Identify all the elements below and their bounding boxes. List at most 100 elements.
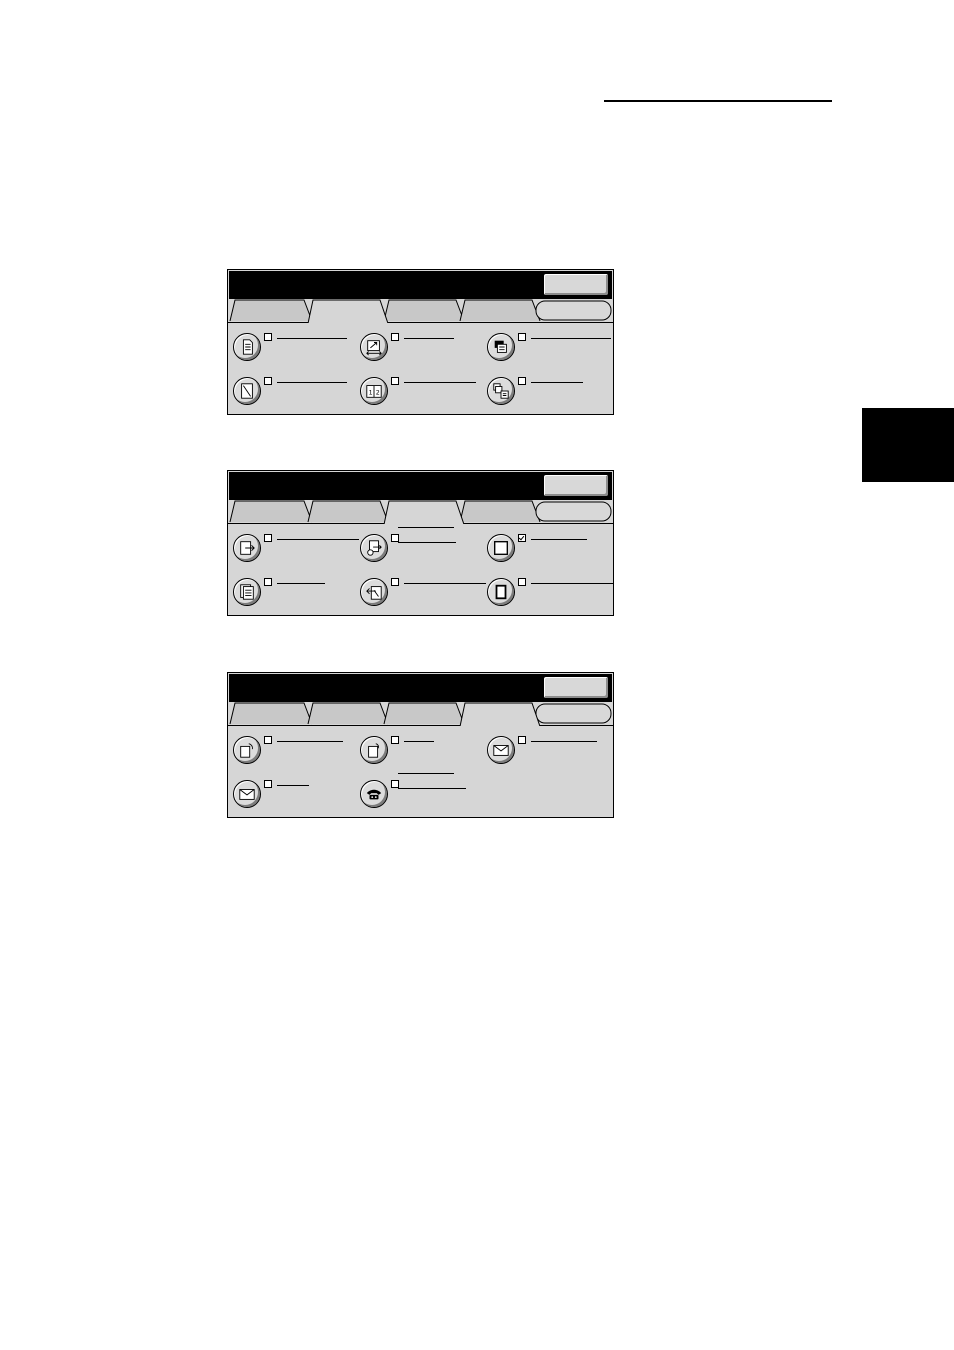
svg-text:2: 2 (376, 390, 380, 397)
tab-strip (228, 299, 613, 323)
feature-resize[interactable] (360, 333, 480, 363)
svg-text:1: 1 (369, 390, 373, 397)
close-button[interactable] (543, 273, 609, 296)
page-frame-icon (241, 383, 253, 399)
feature-page-frame[interactable] (233, 377, 353, 407)
label-rule (404, 338, 454, 339)
feature-button[interactable] (487, 377, 515, 405)
label-rule (398, 788, 466, 789)
checkbox[interactable] (391, 780, 399, 788)
panel-body: 12 (228, 323, 613, 414)
document-icon (242, 339, 253, 355)
tab-4[interactable] (459, 500, 541, 523)
feature-receive-in[interactable] (360, 578, 486, 608)
chapter-tab (862, 408, 954, 482)
feature-blank-page[interactable] (487, 534, 607, 564)
label-rule (398, 542, 456, 543)
tab-strip (228, 702, 613, 726)
label-rule (398, 773, 454, 774)
tab-3[interactable] (383, 299, 465, 322)
checkbox[interactable] (391, 736, 399, 744)
feature-mail[interactable] (487, 736, 607, 766)
feature-collate[interactable] (487, 377, 607, 407)
feature-phone-page[interactable] (233, 736, 353, 766)
label-rule (277, 382, 347, 383)
tab-strip-graphic (228, 500, 613, 524)
feature-button[interactable] (233, 736, 261, 764)
multi-page-icon (240, 584, 254, 600)
tab-3[interactable] (383, 702, 465, 725)
tab-3[interactable] (383, 500, 465, 524)
feature-button[interactable] (233, 534, 261, 562)
feature-send-out[interactable] (233, 534, 359, 564)
checkbox[interactable] (518, 578, 526, 586)
feature-button[interactable] (233, 333, 261, 361)
tab-2[interactable] (307, 500, 389, 523)
panel-body (228, 726, 613, 817)
label-rule (277, 338, 347, 339)
checkbox[interactable] (264, 377, 272, 385)
checkbox[interactable] (264, 780, 272, 788)
tab-4[interactable] (459, 702, 541, 726)
feature-button[interactable] (233, 578, 261, 606)
feature-telephone[interactable] (360, 773, 480, 810)
receive-in-icon (366, 586, 382, 600)
close-button[interactable] (543, 474, 609, 497)
tab-4[interactable] (459, 299, 541, 322)
checkbox[interactable] (391, 377, 399, 385)
tab-strip-graphic (228, 702, 613, 726)
book-pages-icon: 12 (366, 385, 382, 398)
checkbox[interactable] (264, 534, 272, 542)
feature-button[interactable] (360, 534, 388, 562)
feature-panel-1: 12 (227, 269, 614, 415)
feature-mail[interactable] (233, 780, 353, 810)
label-rule (531, 338, 611, 339)
feature-document[interactable] (233, 333, 353, 363)
tab-2[interactable] (307, 299, 389, 323)
panel-title-bar (229, 271, 612, 299)
blank-page-icon (494, 541, 508, 555)
tab-1[interactable] (229, 702, 313, 725)
mail-icon (493, 745, 509, 756)
tab-2[interactable] (307, 702, 389, 725)
feature-button[interactable] (233, 377, 261, 405)
label-rule (277, 785, 309, 786)
checkbox[interactable] (518, 377, 526, 385)
tab-pill[interactable] (535, 501, 612, 522)
checkbox[interactable] (391, 333, 399, 341)
feature-bound-page[interactable] (487, 578, 613, 608)
checkbox[interactable] (391, 534, 399, 542)
feature-transfer[interactable] (360, 527, 480, 564)
checkbox-checked[interactable] (518, 534, 526, 542)
checkbox[interactable] (264, 578, 272, 586)
feature-phone-page-small[interactable] (360, 736, 480, 766)
label-rule (398, 527, 454, 528)
feature-book-pages[interactable]: 12 (360, 377, 480, 407)
feature-button[interactable] (360, 578, 388, 606)
tab-pill[interactable] (535, 300, 612, 321)
checkbox[interactable] (391, 578, 399, 586)
tab-pill[interactable] (535, 703, 612, 724)
close-button[interactable] (543, 676, 609, 699)
label-rule (531, 539, 587, 540)
checkbox[interactable] (518, 333, 526, 341)
feature-button[interactable] (360, 736, 388, 764)
checkbox[interactable] (518, 736, 526, 744)
feature-button[interactable] (487, 534, 515, 562)
tab-1[interactable] (229, 500, 313, 523)
checkbox[interactable] (264, 333, 272, 341)
feature-button[interactable] (487, 736, 515, 764)
collate-icon (493, 383, 509, 399)
feature-stack[interactable] (487, 333, 611, 363)
tab-strip-graphic (228, 299, 613, 323)
feature-button[interactable] (233, 780, 261, 808)
feature-button[interactable]: 12 (360, 377, 388, 405)
feature-button[interactable] (360, 780, 388, 808)
checkbox[interactable] (264, 736, 272, 744)
tab-1[interactable] (229, 299, 313, 322)
feature-button[interactable] (487, 578, 515, 606)
feature-multi-page[interactable] (233, 578, 353, 608)
header-rule (604, 100, 832, 102)
feature-button[interactable] (360, 333, 388, 361)
feature-button[interactable] (487, 333, 515, 361)
